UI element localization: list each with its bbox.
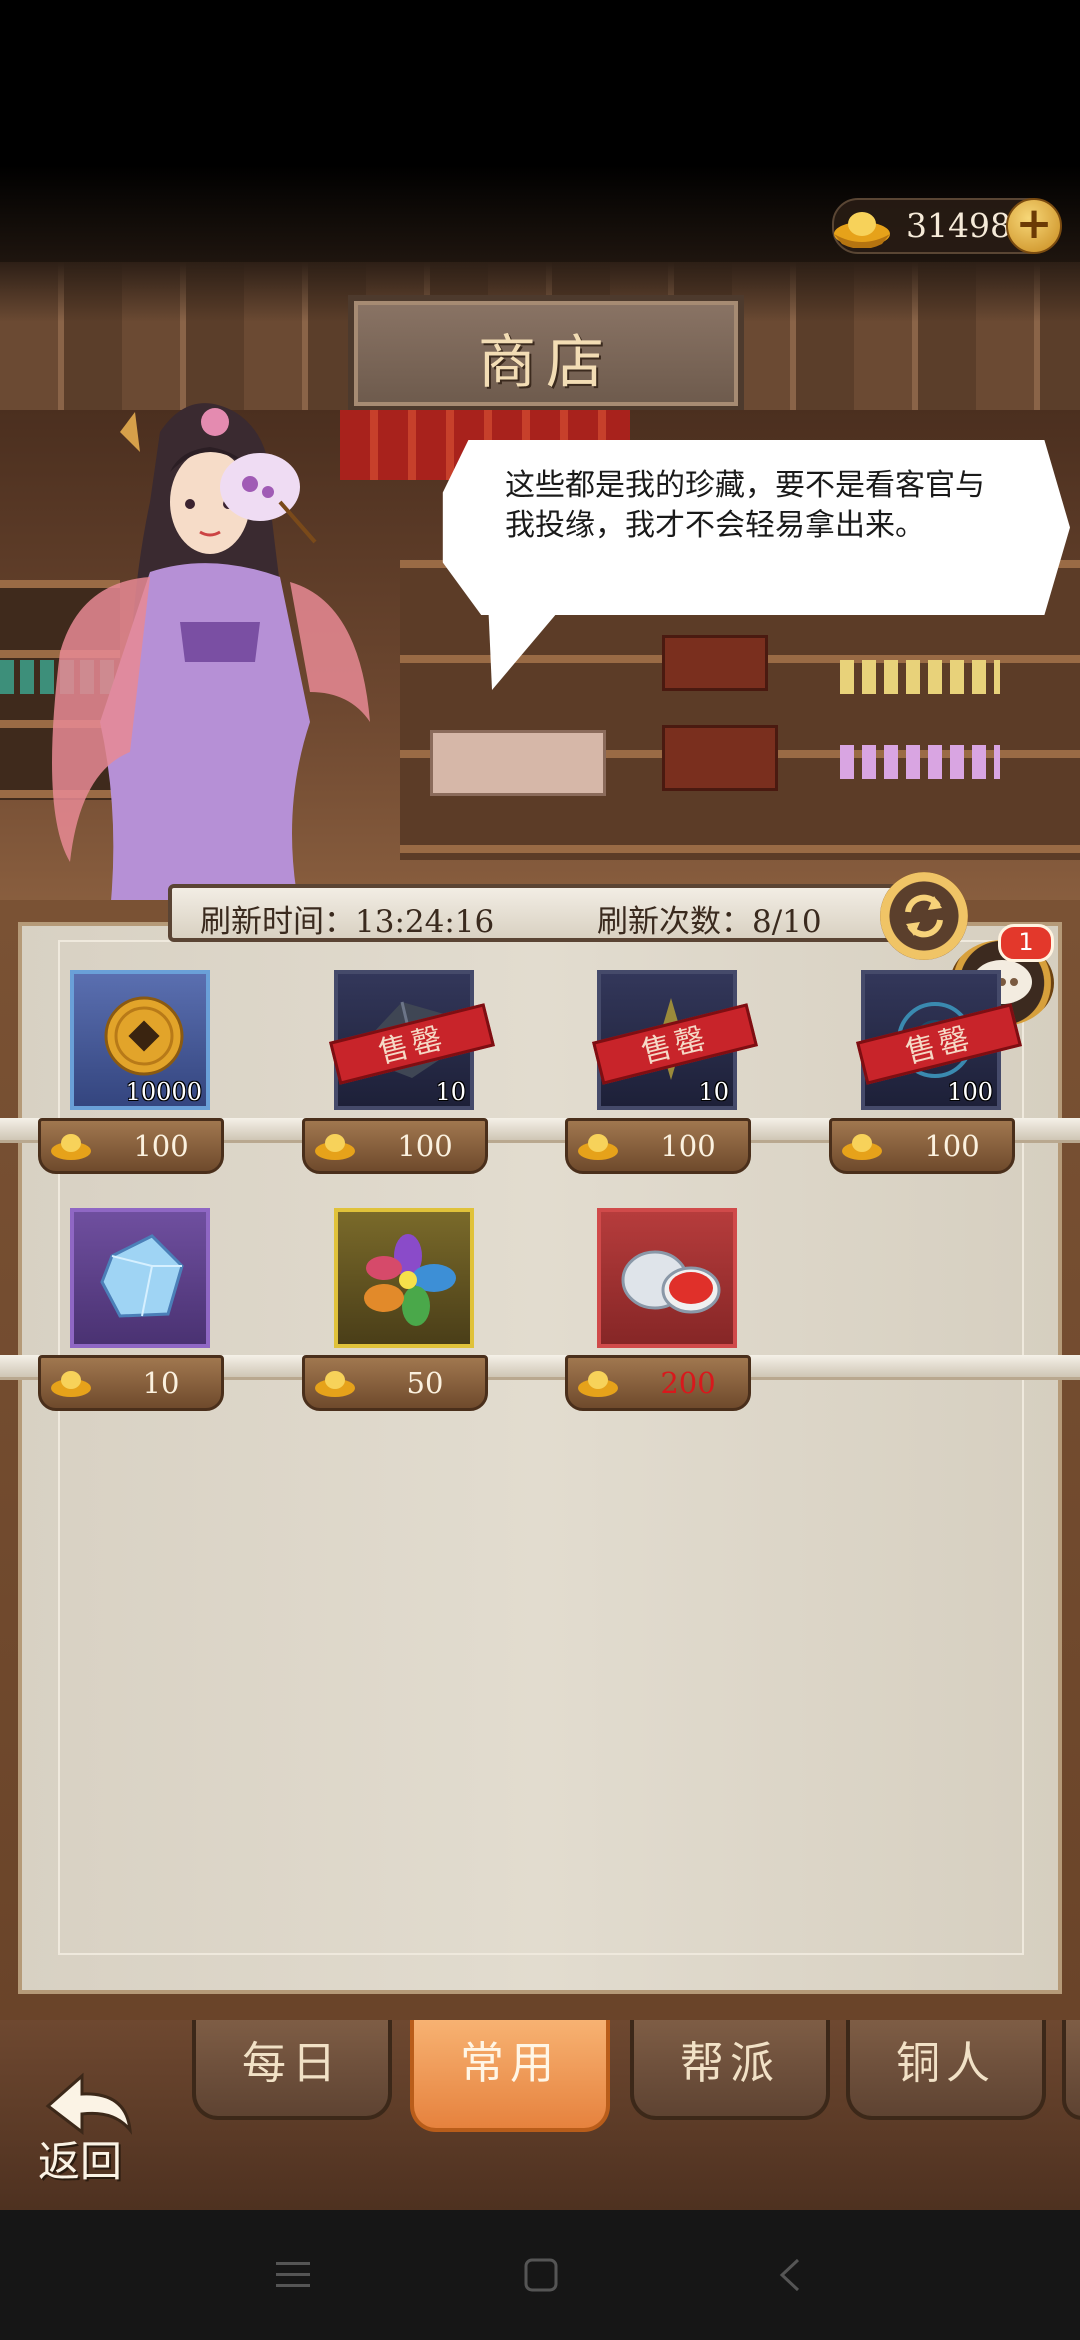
gold-ingot-icon (578, 1134, 618, 1160)
tab-daily[interactable]: 每日 (192, 2020, 392, 2120)
tab-guild[interactable]: 帮派 (630, 2020, 830, 2120)
bottles (840, 745, 1000, 779)
home-icon[interactable] (524, 2258, 558, 2292)
menu-icon[interactable] (276, 2260, 310, 2290)
tab-common[interactable]: 常用 (410, 2020, 610, 2132)
tab-bronze-man[interactable]: 铜人 (846, 2020, 1046, 2120)
item-price: 10 (142, 1366, 180, 1400)
item-price: 100 (660, 1129, 716, 1163)
shop-item-blue-gem[interactable] (70, 1208, 210, 1348)
item-quantity: 10 (698, 1078, 729, 1106)
item-quantity: 10 (435, 1078, 466, 1106)
item-price: 200 (660, 1366, 716, 1400)
item-price: 50 (406, 1366, 444, 1400)
gold-ingot-balance: 31498 + (832, 198, 1062, 254)
tab-more[interactable] (1062, 2020, 1080, 2120)
gold-ingot-icon (578, 1371, 618, 1397)
shop-item-rainbow-flower[interactable] (334, 1208, 474, 1348)
gold-ingot-icon (315, 1371, 355, 1397)
copper-coin-icon (104, 996, 184, 1076)
refresh-count-label: 刷新次数：8/10 (597, 904, 822, 940)
refresh-icon (905, 894, 943, 938)
top-bar (0, 0, 1080, 300)
rouge-box-icon (621, 1250, 721, 1314)
back-nav-icon[interactable] (778, 2258, 802, 2292)
gold-ingot-icon (51, 1134, 91, 1160)
bottles (840, 660, 1000, 694)
price-tag: 10 (38, 1355, 224, 1411)
price-tag: 200 (565, 1355, 751, 1411)
rainbow-flower-icon (364, 1234, 456, 1326)
price-tag: 100 (302, 1118, 488, 1174)
back-label: 返回 (38, 2137, 123, 2186)
refresh-info-bar: 刷新时间：13:24:16 刷新次数：8/10 (168, 884, 898, 942)
item-quantity: 100 (947, 1078, 993, 1106)
shop-item-ore[interactable]: 售罄 10 (329, 970, 495, 1110)
blue-gem-icon (100, 1234, 184, 1318)
cloth-roll (430, 730, 606, 796)
chat-notification-badge: 1 (998, 924, 1054, 962)
shop-item-copper-coin[interactable]: 10000 (70, 970, 210, 1110)
treasure-chest (662, 635, 768, 691)
gold-ingot-icon (51, 1371, 91, 1397)
shop-item-rouge-box[interactable] (597, 1208, 737, 1348)
treasure-chest (662, 725, 778, 791)
shop-item-orb[interactable]: 售罄 100 (856, 970, 1022, 1110)
item-price: 100 (397, 1129, 453, 1163)
page-title: 商店 (477, 328, 614, 396)
shop-item-herb[interactable]: 售罄 10 (592, 970, 758, 1110)
item-price: 100 (924, 1129, 980, 1163)
price-tag: 50 (302, 1355, 488, 1411)
price-tag: 100 (38, 1118, 224, 1174)
gold-amount: 31498 (906, 206, 1011, 245)
price-tag: 100 (565, 1118, 751, 1174)
shopkeeper-character (52, 403, 370, 912)
gold-ingot-icon (834, 212, 890, 248)
gold-ingot-icon (842, 1134, 882, 1160)
add-gold-button[interactable]: + (1006, 198, 1062, 254)
dialogue-text: 这些都是我的珍藏，要不是看客官与我投缘，我才不会轻易拿出来。 (505, 468, 985, 543)
refresh-time-label: 刷新时间：13:24:16 (200, 904, 495, 940)
price-tag: 100 (829, 1118, 1015, 1174)
back-button[interactable]: 返回 (30, 2070, 140, 2186)
system-navigation-bar (0, 2210, 1080, 2340)
gold-ingot-icon (315, 1134, 355, 1160)
item-quantity: 10000 (125, 1078, 202, 1106)
item-price: 100 (133, 1129, 189, 1163)
